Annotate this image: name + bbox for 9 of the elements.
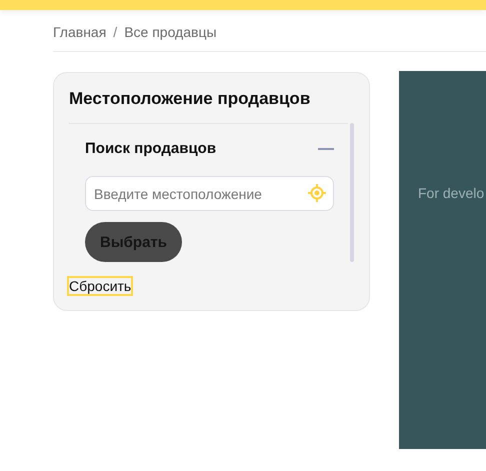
reset-link[interactable]: Сбросить xyxy=(69,278,132,294)
breadcrumb-separator: / xyxy=(113,24,118,40)
locate-icon[interactable] xyxy=(308,184,326,202)
breadcrumb-link[interactable]: Главная xyxy=(53,24,106,40)
map-notice: For develo xyxy=(418,185,486,201)
section-title: Поиск продавцов xyxy=(85,140,216,157)
breadcrumb-link[interactable]: Все продавцы xyxy=(124,24,217,40)
card-title: Местоположение продавцов xyxy=(69,89,312,109)
location-field[interactable]: Введите местоположение xyxy=(85,176,334,211)
